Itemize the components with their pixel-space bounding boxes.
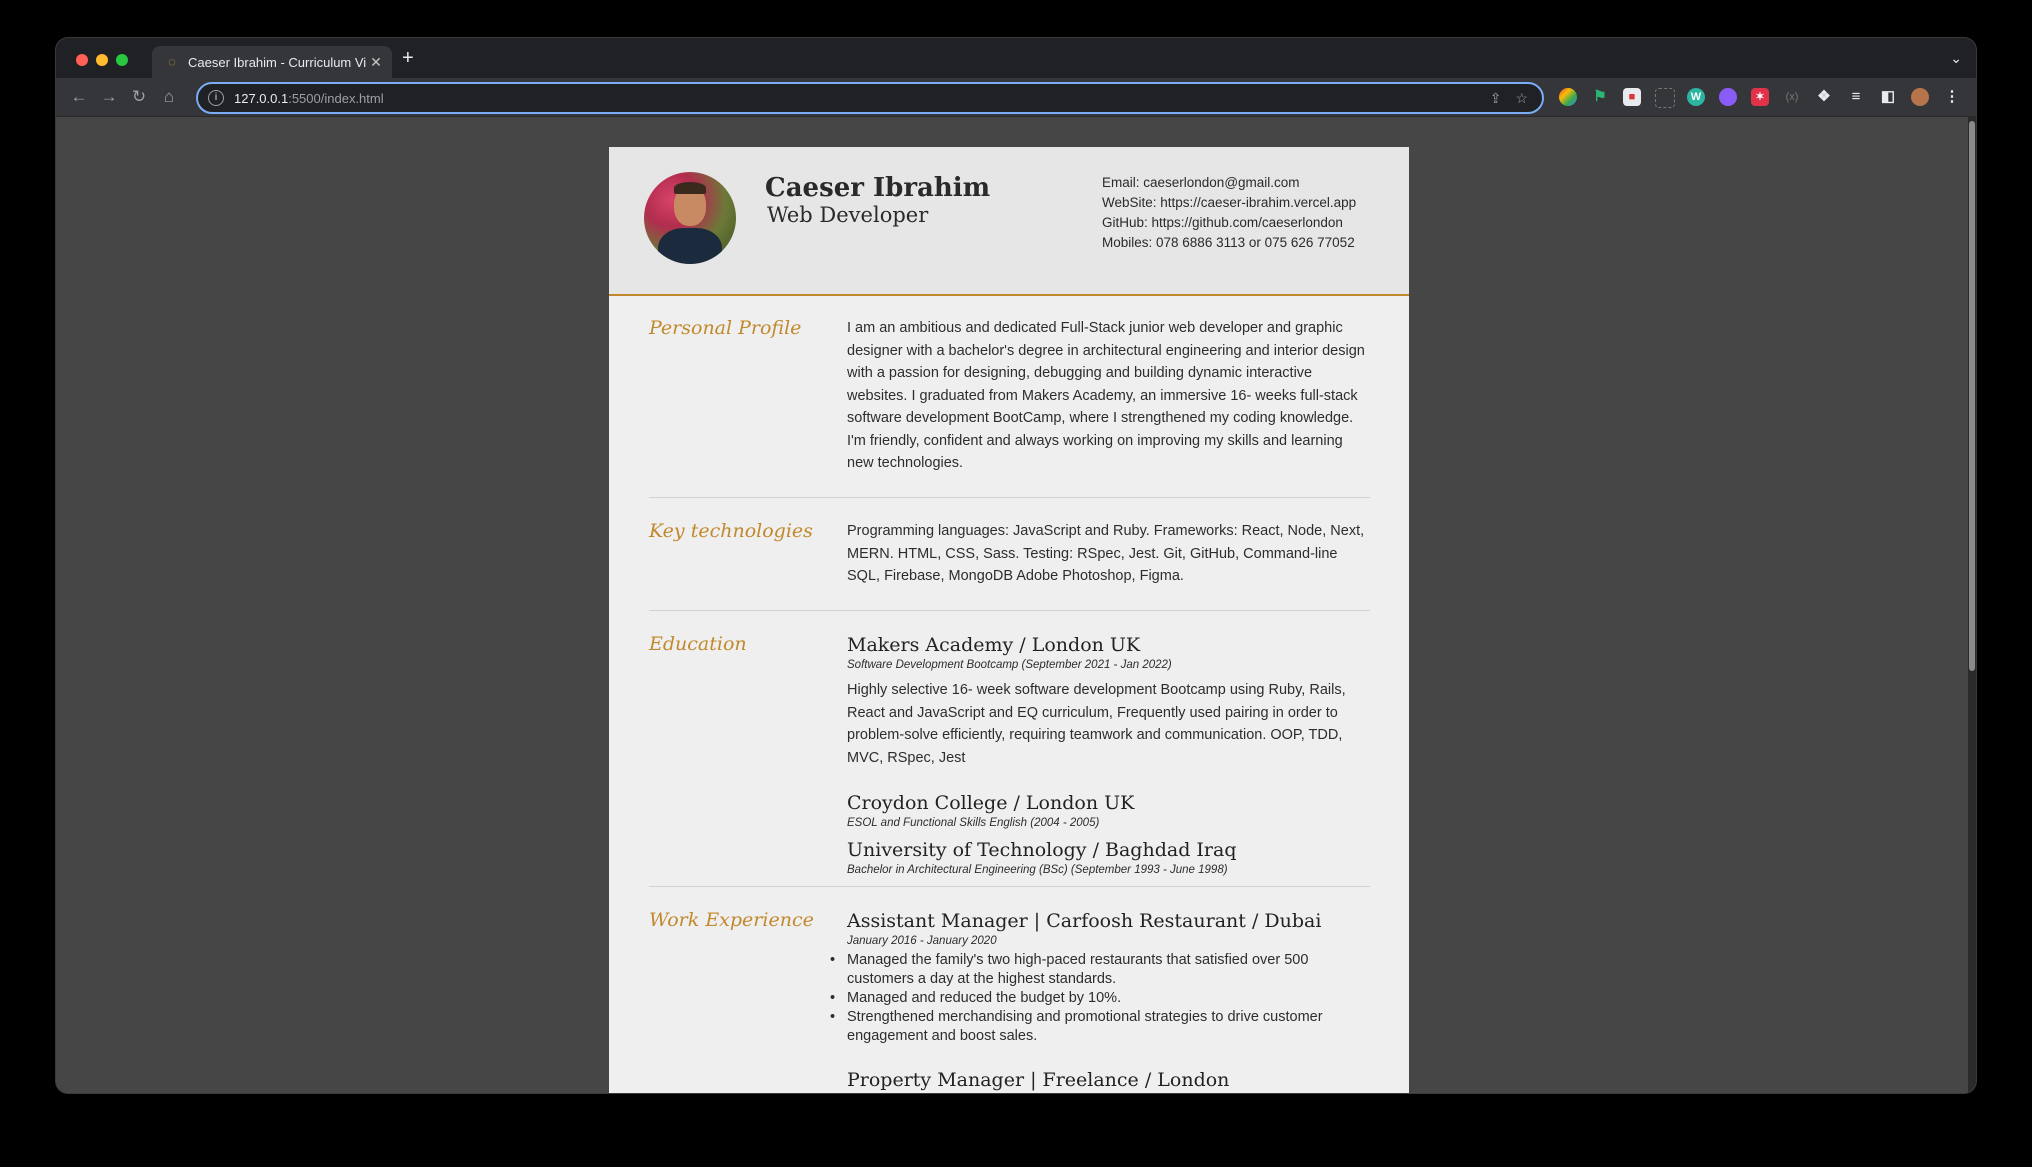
browser-window: ◌ Caeser Ibrahim - Curriculum Vi ✕ + ⌄ ←…: [56, 38, 1976, 1093]
minimize-window-button[interactable]: [96, 54, 108, 66]
contact-block: Email: caeserlondon@gmail.com WebSite: h…: [1102, 173, 1356, 253]
education-entry: Croydon College / London UK ESOL and Fun…: [847, 791, 1372, 831]
maximize-window-button[interactable]: [116, 54, 128, 66]
url-host: 127.0.0.1: [234, 90, 289, 106]
entry-title: Croydon College / London UK: [847, 792, 1135, 814]
close-window-button[interactable]: [76, 54, 88, 66]
entry-title: University of Technology / Baghdad Iraq: [847, 839, 1237, 861]
url-path: :5500/index.html: [288, 90, 384, 106]
contact-github[interactable]: GitHub: https://github.com/caeserlondon: [1102, 213, 1356, 233]
extension-brackets-icon[interactable]: (x): [1783, 88, 1801, 106]
tab-title: Caeser Ibrahim - Curriculum Vi: [188, 54, 366, 70]
education-entry: Makers Academy / London UK Software Deve…: [847, 633, 1372, 769]
section-title: Work Experience: [649, 909, 814, 931]
list-item: Managed and reduced the budget by 10%.: [830, 989, 1372, 1008]
reading-list-icon[interactable]: ≡: [1847, 88, 1865, 106]
section-body: I am an ambitious and dedicated Full-Sta…: [847, 320, 1365, 471]
extension-red-icon[interactable]: ✶: [1751, 88, 1769, 106]
scrollbar-thumb[interactable]: [1969, 121, 1975, 671]
section-title: Education: [649, 633, 747, 655]
contact-mobiles: Mobiles: 078 6886 3113 or 075 626 77052: [1102, 235, 1355, 250]
cv-page: Caeser Ibrahim Web Developer Email: caes…: [609, 147, 1409, 1093]
loading-icon: ◌: [168, 54, 176, 69]
entry-title: Makers Academy / London UK: [847, 634, 1141, 656]
contact-website[interactable]: WebSite: https://caeser-ibrahim.vercel.a…: [1102, 193, 1356, 213]
tab-active[interactable]: ◌ Caeser Ibrahim - Curriculum Vi ✕: [152, 46, 392, 78]
more-menu-icon[interactable]: ⋮: [1943, 88, 1961, 106]
extension-flag-icon[interactable]: ⚑: [1591, 88, 1609, 106]
contact-email[interactable]: Email: caeserlondon@gmail.com: [1102, 173, 1356, 193]
divider: [649, 497, 1370, 498]
browser-toolbar: ← → ↻ ⌂ i 127.0.0.1 :5500/index.html ⇪ ☆…: [56, 78, 1976, 117]
entry-subtitle: ESOL and Functional Skills English (2004…: [847, 817, 1100, 829]
extension-screenshot-icon[interactable]: [1655, 88, 1675, 108]
new-tab-button[interactable]: +: [402, 48, 414, 68]
extension-w-icon[interactable]: W: [1687, 88, 1705, 106]
side-panel-icon[interactable]: ◧: [1879, 88, 1897, 106]
entry-title: Assistant Manager | Carfoosh Restaurant …: [847, 910, 1322, 932]
education-entry: University of Technology / Baghdad Iraq …: [847, 838, 1372, 878]
back-icon[interactable]: ←: [68, 86, 90, 108]
extension-color-icon[interactable]: [1559, 88, 1577, 106]
close-tab-icon[interactable]: ✕: [366, 54, 386, 71]
section-title: Key technologies: [649, 520, 813, 542]
list-item: Managed the family's two high-paced rest…: [830, 951, 1372, 989]
section-body: Makers Academy / London UK Software Deve…: [847, 633, 1372, 878]
puzzle-icon[interactable]: ❖: [1815, 88, 1833, 106]
entry-text: Highly selective 16- week software devel…: [847, 682, 1346, 766]
divider: [649, 610, 1370, 611]
section-body: Programming languages: JavaScript and Ru…: [847, 523, 1365, 584]
address-bar[interactable]: i 127.0.0.1 :5500/index.html ⇪ ☆: [196, 82, 1544, 114]
entry-title: Property Manager | Freelance / London: [847, 1069, 1230, 1091]
tab-strip: ◌ Caeser Ibrahim - Curriculum Vi ✕ + ⌄: [56, 38, 1976, 78]
extension-purple-icon[interactable]: [1719, 88, 1737, 106]
avatar: [644, 172, 736, 264]
star-icon[interactable]: ☆: [1515, 90, 1528, 107]
page-viewport: Caeser Ibrahim Web Developer Email: caes…: [56, 117, 1968, 1093]
list-item: Strengthened merchandising and promotion…: [830, 1008, 1372, 1046]
scrollbar[interactable]: [1968, 117, 1976, 1093]
cv-header: Caeser Ibrahim Web Developer Email: caes…: [609, 147, 1409, 296]
forward-icon[interactable]: →: [98, 86, 120, 108]
chevron-down-icon[interactable]: ⌄: [1950, 50, 1962, 67]
info-icon[interactable]: i: [208, 90, 224, 106]
entry-subtitle: Software Development Bootcamp (September…: [847, 659, 1172, 671]
entry-subtitle: January 2016 - January 2020: [847, 935, 997, 947]
bullet-list: Managed the family's two high-paced rest…: [830, 951, 1372, 1046]
share-icon[interactable]: ⇪: [1490, 90, 1502, 107]
section-body: Assistant Manager | Carfoosh Restaurant …: [830, 909, 1372, 1092]
section-title: Personal Profile: [649, 317, 802, 339]
reload-icon[interactable]: ↻: [128, 86, 150, 108]
extension-calendar-icon[interactable]: ■: [1623, 88, 1641, 106]
home-icon[interactable]: ⌂: [158, 86, 180, 108]
profile-avatar-icon[interactable]: [1911, 88, 1929, 106]
work-entry: Property Manager | Freelance / London: [847, 1068, 1372, 1092]
entry-subtitle: Bachelor in Architectural Engineering (B…: [847, 864, 1228, 876]
work-entry: Assistant Manager | Carfoosh Restaurant …: [830, 909, 1372, 1046]
cv-name: Caeser Ibrahim: [765, 173, 991, 203]
cv-role: Web Developer: [767, 203, 929, 227]
divider: [649, 886, 1370, 887]
